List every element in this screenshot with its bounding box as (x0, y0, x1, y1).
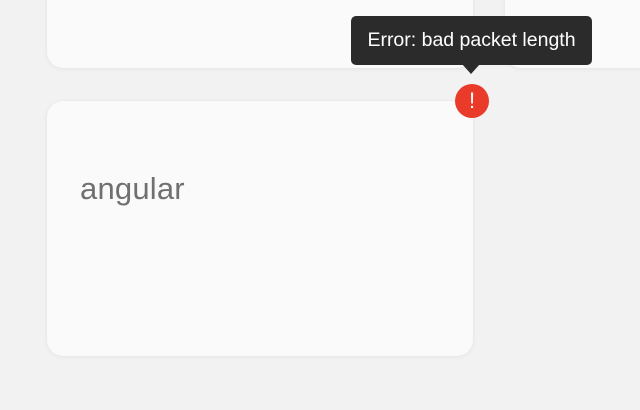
card-label: angular (80, 171, 185, 206)
tooltip-arrow (462, 64, 480, 74)
error-tooltip: Error: bad packet length (351, 16, 592, 65)
exclamation-icon[interactable]: ! (455, 84, 489, 118)
dashboard-canvas: angular Error: bad packet length ! (0, 0, 640, 410)
card-angular[interactable]: angular (47, 101, 473, 356)
